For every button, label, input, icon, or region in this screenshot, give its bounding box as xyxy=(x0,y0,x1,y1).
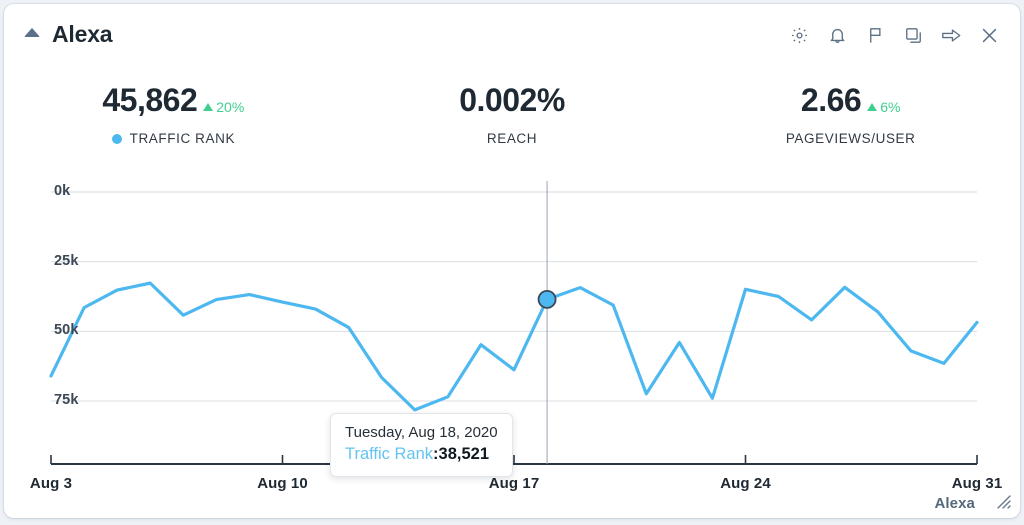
chart-tooltip: Tuesday, Aug 18, 2020 Traffic Rank:38,52… xyxy=(330,413,513,477)
header-icon-group xyxy=(788,24,1000,46)
triangle-up-icon[interactable] xyxy=(24,28,40,37)
metric-traffic-rank: 45,862 20% TRAFFIC RANK xyxy=(4,82,343,160)
legend-dot-icon xyxy=(111,133,122,144)
tooltip-value-row: Traffic Rank:38,521 xyxy=(345,443,498,465)
metrics-row: 45,862 20% TRAFFIC RANK 0.002% REACH 2.6… xyxy=(4,82,1020,160)
y-axis-tick-label: 50k xyxy=(54,322,79,339)
x-axis-tick-label: Aug 24 xyxy=(720,475,771,492)
alexa-brand-label: Alexa xyxy=(934,495,975,512)
arrow-right-icon[interactable] xyxy=(940,24,962,46)
widget-header: Alexa xyxy=(4,4,1020,66)
metric-value: 2.66 xyxy=(800,82,862,118)
resize-grip-icon[interactable] xyxy=(993,491,1013,511)
metric-value-row: 0.002% xyxy=(343,82,682,119)
tooltip-value: 38,521 xyxy=(438,445,489,464)
y-axis-tick-label: 25k xyxy=(54,252,79,269)
flag-icon[interactable] xyxy=(864,24,886,46)
metric-label-text: REACH xyxy=(486,131,538,146)
x-axis-tick-label: Aug 17 xyxy=(488,475,540,492)
alexa-widget-card: Alexa 45,862 20% TRAFFIC RANK 0.002% REA… xyxy=(4,4,1020,518)
duplicate-icon[interactable] xyxy=(902,24,924,46)
close-icon[interactable] xyxy=(978,24,1000,46)
x-axis-tick-label: Aug 10 xyxy=(257,475,308,492)
metric-label: PAGEVIEWS/USER xyxy=(681,131,1020,146)
page-title: Alexa xyxy=(52,21,113,47)
metric-label: TRAFFIC RANK xyxy=(4,131,343,146)
metric-label: REACH xyxy=(343,131,682,146)
x-axis-tick-label: Aug 31 xyxy=(951,475,1003,492)
metric-delta-value: 6% xyxy=(880,99,901,115)
metric-label-text: PAGEVIEWS/USER xyxy=(785,131,916,146)
bell-icon[interactable] xyxy=(826,24,848,46)
metric-delta: 20% xyxy=(203,99,244,115)
triangle-up-icon xyxy=(867,103,878,111)
metric-delta-value: 20% xyxy=(216,99,245,115)
metric-reach: 0.002% REACH xyxy=(343,82,682,160)
tooltip-series-label: Traffic Rank xyxy=(345,445,434,464)
metric-delta: 6% xyxy=(867,99,900,115)
tooltip-date: Tuesday, Aug 18, 2020 xyxy=(345,424,498,441)
metric-pageviews-per-user: 2.66 6% PAGEVIEWS/USER xyxy=(681,82,1020,160)
metric-value: 0.002% xyxy=(459,82,565,118)
triangle-up-icon xyxy=(203,103,214,111)
metric-value-row: 2.66 6% xyxy=(681,82,1020,119)
metric-value: 45,862 xyxy=(102,82,198,118)
metric-label-text: TRAFFIC RANK xyxy=(129,131,236,146)
x-axis-tick-label: Aug 3 xyxy=(29,475,73,492)
metric-value-row: 45,862 20% xyxy=(4,82,343,119)
y-axis-tick-label: 75k xyxy=(54,392,79,408)
traffic-rank-chart[interactable]: Tuesday, Aug 18, 2020 Traffic Rank:38,52… xyxy=(4,164,1020,504)
gear-icon[interactable] xyxy=(788,24,810,46)
y-axis-tick-label: 0k xyxy=(54,183,71,199)
